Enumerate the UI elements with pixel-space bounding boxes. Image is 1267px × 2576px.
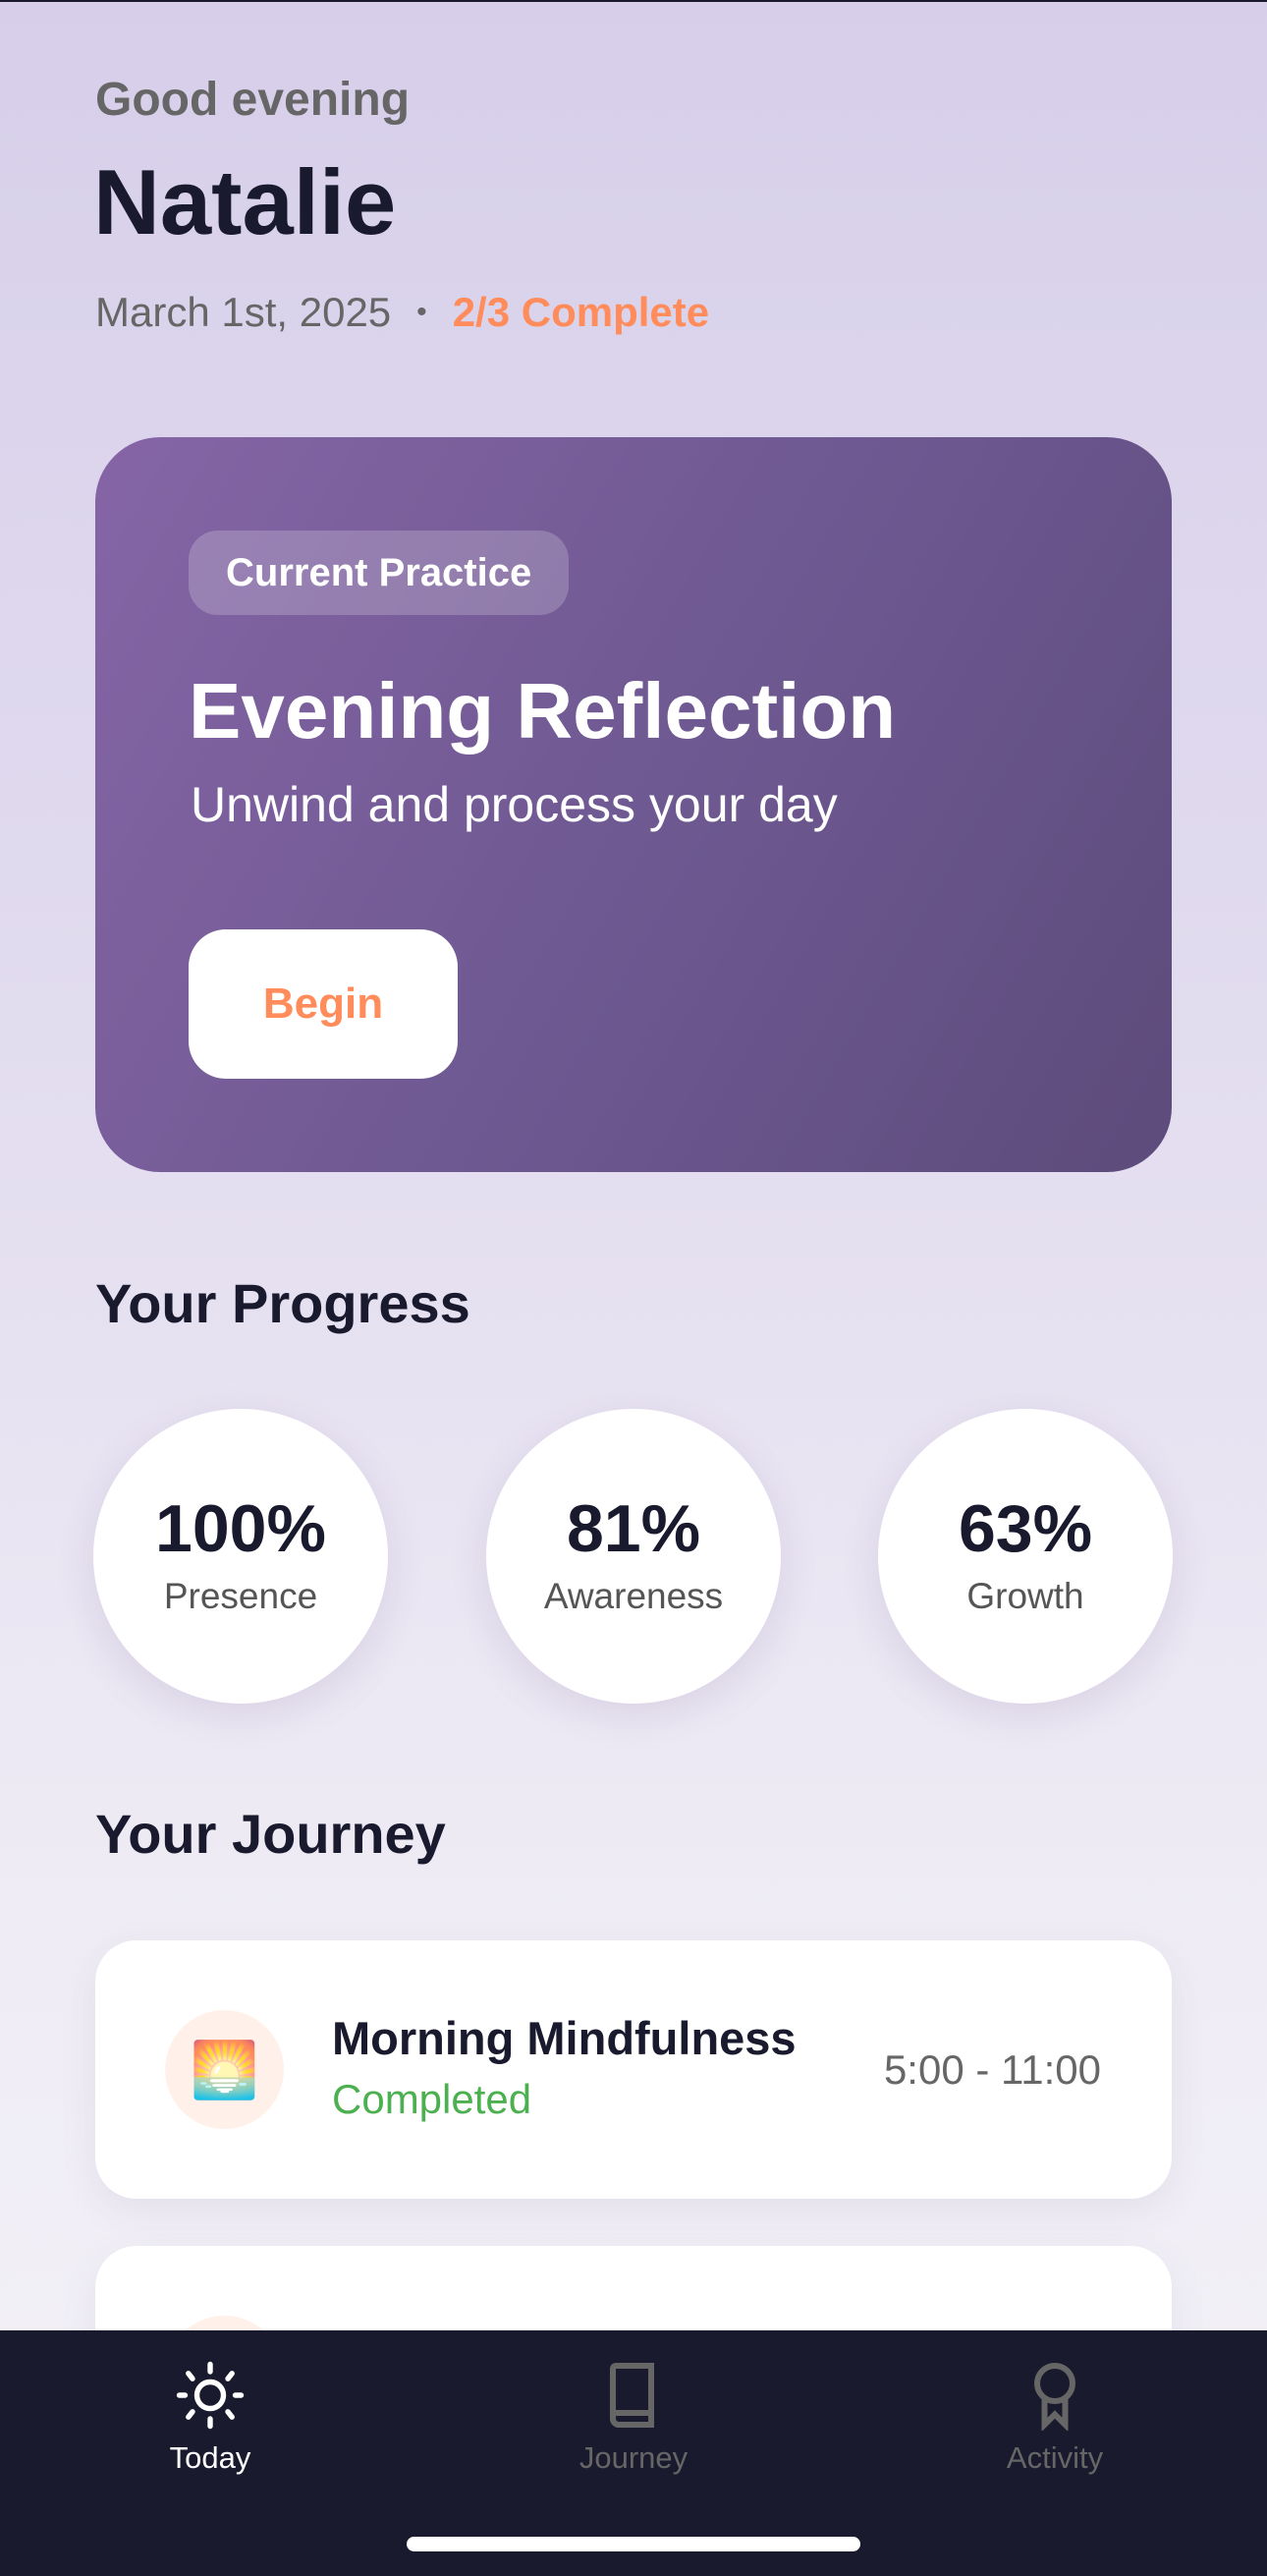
progress-label: Growth [966, 1576, 1084, 1616]
journey-item-status: Completed [332, 2076, 532, 2122]
progress-label: Presence [163, 1576, 318, 1616]
greeting: Good evening [95, 74, 411, 126]
progress-value: 81% [566, 1491, 701, 1566]
current-practice-badge: Current Practice [189, 531, 570, 615]
journey-item[interactable]: 🌅 Morning Mindfulness Completed 5:00 - 1… [95, 1940, 1172, 2199]
tab-today[interactable]: Today [63, 2360, 358, 2476]
bottom-nav: Today Journey Activity [0, 2330, 1267, 2576]
daily-progress: 2/3 Complete [452, 289, 710, 335]
practice-title: Evening Reflection [189, 667, 897, 755]
practice-subtitle: Unwind and process your day [191, 777, 838, 832]
award-icon [1034, 2363, 1075, 2431]
tab-label: Today [169, 2440, 251, 2475]
progress-label: Awareness [543, 1576, 724, 1616]
journey-item-title: Morning Mindfulness [332, 2012, 797, 2064]
tab-journey[interactable]: Journey [486, 2360, 781, 2476]
progress-heading: Your Progress [95, 1272, 470, 1334]
sunrise-icon: 🌅 [165, 2010, 284, 2129]
progress-value: 100% [155, 1491, 326, 1566]
home-indicator[interactable] [407, 2537, 860, 2551]
progress-presence: 100% Presence [93, 1409, 388, 1704]
sun-icon [176, 2361, 245, 2430]
progress-growth: 63% Growth [878, 1409, 1173, 1704]
user-name: Natalie [93, 150, 397, 253]
tab-activity[interactable]: Activity [908, 2360, 1202, 2476]
book-icon [610, 2363, 654, 2428]
journey-heading: Your Journey [95, 1803, 446, 1865]
separator: • [416, 296, 427, 328]
begin-button[interactable]: Begin [189, 929, 458, 1079]
progress-value: 63% [958, 1491, 1093, 1566]
date: March 1st, 2025 [95, 289, 392, 335]
tab-label: Activity [1006, 2440, 1104, 2475]
tab-label: Journey [578, 2440, 689, 2475]
current-practice-card: Current Practice Evening Reflection Unwi… [95, 437, 1172, 1172]
journey-item-time: 5:00 - 11:00 [883, 2046, 1101, 2093]
date-line: March 1st, 2025 • 2/3 Complete [95, 289, 709, 336]
progress-awareness: 81% Awareness [486, 1409, 781, 1704]
